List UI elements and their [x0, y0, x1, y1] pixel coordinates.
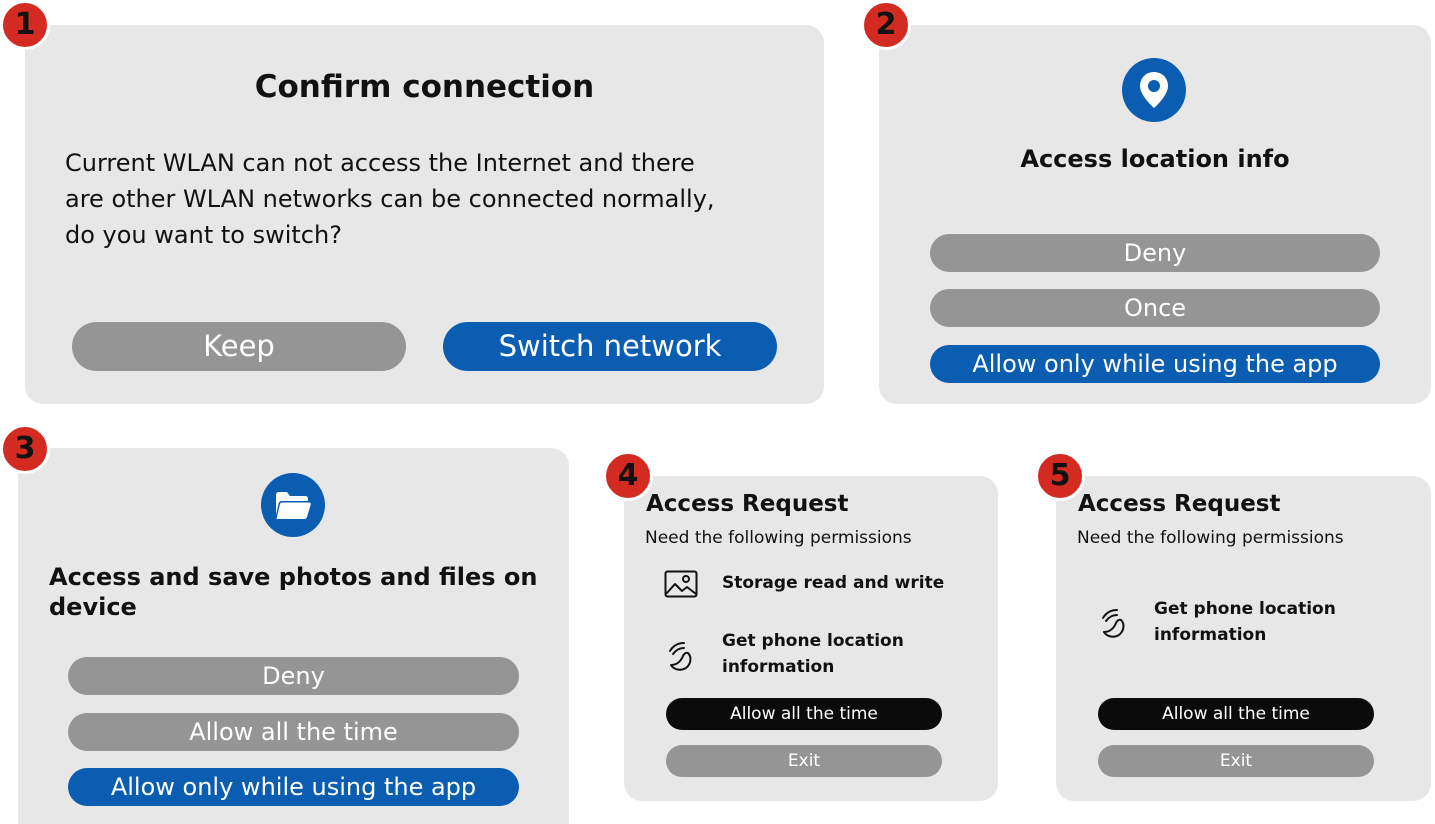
permission-location-line: information — [1154, 625, 1267, 645]
allow-all-the-time-button[interactable]: Allow all the time — [68, 713, 519, 751]
dialog-access-request-5: Access Request Need the following permis… — [1056, 476, 1431, 801]
folder-icon — [261, 473, 325, 537]
image-icon — [664, 570, 698, 602]
keep-button[interactable]: Keep — [72, 322, 406, 371]
dialog-subtitle: Need the following permissions — [645, 528, 912, 548]
permission-location-line: Get phone location — [722, 631, 904, 651]
step-badge-4: 4 — [603, 451, 653, 501]
permission-location-line: Get phone location — [1154, 599, 1336, 619]
dialog-location-permission: Access location info Deny Once Allow onl… — [879, 25, 1431, 404]
dialog-access-request-4: Access Request Need the following permis… — [624, 476, 998, 801]
location-satellite-icon — [667, 639, 697, 677]
location-satellite-icon — [1100, 606, 1130, 644]
location-pin-icon — [1122, 58, 1186, 122]
exit-button[interactable]: Exit — [666, 745, 942, 777]
dialog-title: Access Request — [646, 491, 849, 517]
dialog-files-permission: Access and save photos and files on devi… — [18, 448, 569, 824]
deny-button[interactable]: Deny — [930, 234, 1380, 272]
dialog-confirm-connection: Confirm connection Current WLAN can not … — [25, 25, 824, 404]
dialog-title-line: Access and save photos and files on — [49, 563, 538, 591]
dialog-body-line: Current WLAN can not access the Internet… — [65, 149, 695, 177]
step-badge-1: 1 — [0, 0, 50, 50]
once-button[interactable]: Once — [930, 289, 1380, 327]
dialog-body-line: do you want to switch? — [65, 221, 342, 249]
dialog-title: Access location info — [1020, 145, 1290, 173]
step-badge-3: 3 — [0, 424, 50, 474]
step-badge-5: 5 — [1035, 451, 1085, 501]
allow-while-using-button[interactable]: Allow only while using the app — [68, 768, 519, 806]
step-badge-2: 2 — [861, 0, 911, 50]
allow-while-using-button[interactable]: Allow only while using the app — [930, 345, 1380, 383]
allow-all-the-time-button[interactable]: Allow all the time — [1098, 698, 1374, 730]
dialog-subtitle: Need the following permissions — [1077, 528, 1344, 548]
dialog-title: Confirm connection — [254, 69, 595, 105]
dialog-body-line: are other WLAN networks can be connected… — [65, 185, 715, 213]
dialog-title: Access Request — [1078, 491, 1281, 517]
dialog-title-line: device — [49, 593, 137, 621]
exit-button[interactable]: Exit — [1098, 745, 1374, 777]
permission-location-line: information — [722, 657, 835, 677]
allow-all-the-time-button[interactable]: Allow all the time — [666, 698, 942, 730]
permission-storage-label: Storage read and write — [722, 573, 945, 593]
deny-button[interactable]: Deny — [68, 657, 519, 695]
switch-network-button[interactable]: Switch network — [443, 322, 777, 371]
